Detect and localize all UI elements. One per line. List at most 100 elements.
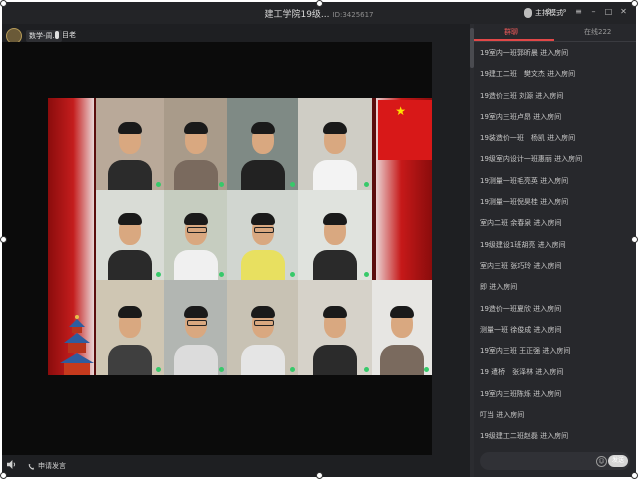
chat-message: 19造价三班 刘源 进入房间 <box>480 91 564 100</box>
chat-message: 19测量一班毛亮英 进入房间 <box>480 176 569 185</box>
mic-active-icon <box>290 272 295 277</box>
speaker-label: 目老 <box>62 31 76 39</box>
mic-active-icon <box>364 182 369 187</box>
participant-body <box>173 345 218 375</box>
participant-body <box>313 345 357 375</box>
chat-message: 19室内三班陈烁 进入房间 <box>480 389 562 398</box>
emoji-icon[interactable]: ☺ <box>596 456 607 467</box>
window-controls: ⚙ ⇗ ≡ – □ ✕ <box>544 7 628 16</box>
participant-body <box>313 250 357 280</box>
chat-message: 19级建设1班胡亮 进入房间 <box>480 240 566 249</box>
app-window: 建工学院19级... ID:3425617 主持模式 ⚙ ⇗ ≡ – □ ✕ 数学… <box>2 2 636 477</box>
participant-body <box>240 160 285 190</box>
send-button[interactable]: 发送 <box>608 455 628 467</box>
mic-active-icon <box>156 182 161 187</box>
apply-speak-label: 申请发言 <box>38 462 66 470</box>
participant-body <box>173 250 218 280</box>
participant-hair <box>183 213 208 225</box>
temple-illustration <box>60 315 94 375</box>
resize-handle[interactable] <box>631 236 638 243</box>
mic-active-icon <box>219 182 224 187</box>
microphone-icon <box>524 8 532 18</box>
chat-message: 19级室内设计一班惠丽 进入房间 <box>480 155 583 164</box>
participant-hair <box>118 305 142 318</box>
resize-handle[interactable] <box>631 0 638 7</box>
participant-hair <box>390 305 414 318</box>
glasses <box>186 319 207 326</box>
microphone-icon <box>55 31 59 39</box>
room-id: ID:3425617 <box>332 11 374 19</box>
mic-active-icon <box>364 367 369 372</box>
chat-message: 测量一班 徐俊成 进入房间 <box>480 325 562 334</box>
chat-panel: 群聊 在线222 19室内一班郭昕晨 进入房间 19建工二班 樊文杰 进入房间 19… <box>474 24 636 477</box>
glasses <box>253 227 274 233</box>
participant-video-tile[interactable] <box>227 98 298 190</box>
chat-tabs: 群聊 在线222 <box>474 24 636 42</box>
participant-video-tile[interactable] <box>298 98 372 190</box>
settings-icon[interactable]: ⚙ <box>544 7 553 16</box>
resize-handle[interactable] <box>316 0 323 7</box>
participant-body <box>108 160 152 190</box>
speaker-volume-icon[interactable] <box>7 460 16 469</box>
participant-video-tile[interactable] <box>372 280 432 375</box>
participant-video-tile[interactable] <box>164 280 227 375</box>
participant-video-tile[interactable] <box>227 280 298 375</box>
mic-active-icon <box>290 182 295 187</box>
glasses <box>253 319 274 326</box>
chat-message: 即 进入房间 <box>480 283 518 292</box>
participant-hair <box>118 213 142 225</box>
participant-body <box>240 345 285 375</box>
shared-screen: ★ <box>48 98 432 375</box>
participant-body <box>108 250 152 280</box>
chat-input[interactable]: ☺ 发送 <box>480 452 630 470</box>
mic-active-icon <box>156 272 161 277</box>
participant-video-tile[interactable] <box>96 280 164 375</box>
share-icon[interactable]: ⇗ <box>559 7 568 16</box>
menu-icon[interactable]: ≡ <box>574 7 583 16</box>
participant-video-tile[interactable] <box>298 280 372 375</box>
resize-handle[interactable] <box>0 472 7 479</box>
glasses <box>186 227 207 233</box>
resize-handle[interactable] <box>0 0 7 7</box>
chat-message: 19室内三班卢昂 进入房间 <box>480 112 562 121</box>
participant-hair <box>250 122 275 134</box>
participant-hair <box>323 213 347 225</box>
minimize-icon[interactable]: – <box>589 7 598 16</box>
participant-video-tile[interactable] <box>164 190 227 280</box>
resize-handle[interactable] <box>316 472 323 479</box>
tab-online[interactable]: 在线222 <box>584 27 611 37</box>
chat-message: 19 遣桥 张泽林 进入房间 <box>480 368 564 377</box>
participant-hair <box>250 213 275 225</box>
close-icon[interactable]: ✕ <box>619 7 628 16</box>
phone-icon <box>28 463 35 470</box>
resize-handle[interactable] <box>631 472 638 479</box>
mic-active-icon <box>424 367 429 372</box>
participant-body <box>380 345 424 375</box>
participant-hair <box>250 305 275 318</box>
maximize-icon[interactable]: □ <box>604 7 613 16</box>
chat-message: 室内二班 余春泉 进入房间 <box>480 219 562 228</box>
resize-handle[interactable] <box>0 236 7 243</box>
mic-active-icon <box>219 367 224 372</box>
participant-hair <box>183 305 208 318</box>
participant-body <box>108 345 152 375</box>
mic-active-icon <box>364 272 369 277</box>
active-tab-indicator <box>474 39 554 41</box>
participant-video-tile[interactable] <box>298 190 372 280</box>
participant-hair <box>118 122 142 134</box>
video-stage: ★ <box>2 42 432 455</box>
participant-video-tile[interactable] <box>164 98 227 190</box>
participant-video-tile[interactable] <box>96 190 164 280</box>
tab-discuss[interactable]: 群聊 <box>504 27 518 37</box>
apply-speak-button[interactable]: 申请发言 <box>28 461 66 471</box>
star-icon: ★ <box>395 104 406 118</box>
chat-message: 19级建工二班赵磊 进入房间 <box>480 432 569 441</box>
chat-message: 19装造价一班 杨凯 进入房间 <box>480 134 576 143</box>
participant-video-tile[interactable] <box>96 98 164 190</box>
participant-body <box>240 250 285 280</box>
participant-body <box>313 160 357 190</box>
room-title: 建工学院19级... <box>264 10 330 20</box>
speaker-indicator: 目老 <box>55 30 76 40</box>
participant-video-tile[interactable] <box>227 190 298 280</box>
chat-message: 19造价一班夏欣 进入房间 <box>480 304 562 313</box>
